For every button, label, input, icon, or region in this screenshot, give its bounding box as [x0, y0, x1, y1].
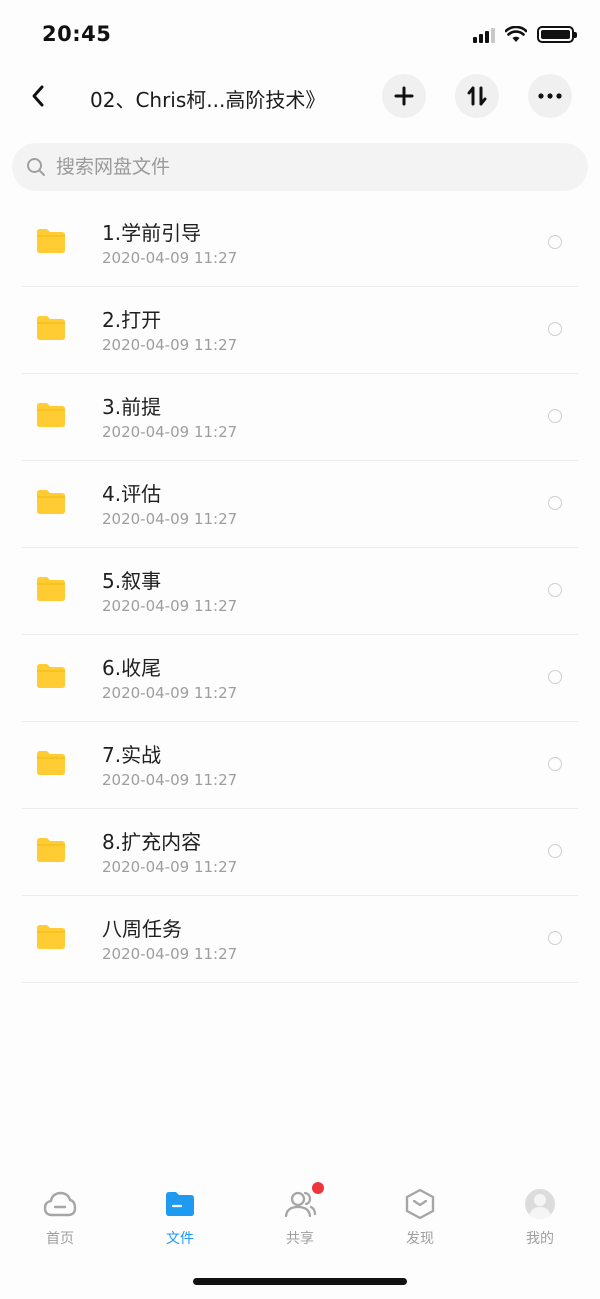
file-name: 5.叙事	[102, 569, 162, 593]
file-name: 八周任务	[102, 917, 182, 941]
list-item[interactable]: 2.打开 2020-04-09 11:27	[22, 287, 578, 374]
tab-files[interactable]: 文件	[120, 1180, 240, 1260]
list-item[interactable]: 6.收尾 2020-04-09 11:27	[22, 635, 578, 722]
list-item[interactable]: 5.叙事 2020-04-09 11:27	[22, 548, 578, 635]
tab-label: 我的	[526, 1231, 554, 1247]
back-button[interactable]	[22, 78, 54, 114]
select-checkbox[interactable]	[548, 322, 562, 336]
select-checkbox[interactable]	[548, 931, 562, 945]
tab-bar: 首页 文件 共享 发现 我的	[0, 1180, 600, 1260]
file-date: 2020-04-09 11:27	[102, 684, 238, 702]
avatar-icon	[522, 1186, 558, 1222]
tab-label: 文件	[166, 1231, 194, 1247]
file-name: 7.实战	[102, 743, 162, 767]
status-bar: 20:45	[0, 0, 600, 70]
status-icons	[473, 26, 577, 43]
battery-icon	[537, 26, 577, 43]
tab-me[interactable]: 我的	[480, 1180, 600, 1260]
file-date: 2020-04-09 11:27	[102, 423, 238, 441]
folder-icon	[37, 751, 65, 775]
file-name: 4.评估	[102, 482, 162, 506]
home-indicator[interactable]	[193, 1278, 407, 1285]
file-date: 2020-04-09 11:27	[102, 336, 238, 354]
sort-icon	[467, 86, 487, 106]
file-date: 2020-04-09 11:27	[102, 858, 238, 876]
more-button[interactable]	[528, 74, 572, 118]
select-checkbox[interactable]	[548, 235, 562, 249]
select-checkbox[interactable]	[548, 409, 562, 423]
select-checkbox[interactable]	[548, 844, 562, 858]
select-checkbox[interactable]	[548, 496, 562, 510]
file-name: 2.打开	[102, 308, 162, 332]
list-item[interactable]: 1.学前引导 2020-04-09 11:27	[22, 200, 578, 287]
list-item[interactable]: 3.前提 2020-04-09 11:27	[22, 374, 578, 461]
tab-label: 发现	[406, 1231, 434, 1247]
sort-button[interactable]	[455, 74, 499, 118]
tab-share[interactable]: 共享	[240, 1180, 360, 1260]
search-bar[interactable]	[12, 143, 588, 191]
more-icon	[538, 93, 562, 99]
file-name: 6.收尾	[102, 656, 162, 680]
cloud-icon	[42, 1186, 78, 1222]
status-time: 20:45	[42, 22, 112, 46]
people-icon	[282, 1182, 324, 1222]
file-name: 1.学前引导	[102, 221, 202, 245]
search-input[interactable]	[56, 156, 536, 178]
tab-home[interactable]: 首页	[0, 1180, 120, 1260]
list-item[interactable]: 8.扩充内容 2020-04-09 11:27	[22, 809, 578, 896]
select-checkbox[interactable]	[548, 583, 562, 597]
notification-badge	[312, 1182, 324, 1194]
file-name: 3.前提	[102, 395, 162, 419]
tab-label: 首页	[46, 1231, 74, 1247]
folder-icon	[37, 316, 65, 340]
file-date: 2020-04-09 11:27	[102, 249, 238, 267]
file-date: 2020-04-09 11:27	[102, 597, 238, 615]
plus-icon	[394, 86, 414, 106]
header: 02、Chris柯...高阶技术》	[0, 72, 600, 120]
list-item[interactable]: 4.评估 2020-04-09 11:27	[22, 461, 578, 548]
select-checkbox[interactable]	[548, 670, 562, 684]
file-date: 2020-04-09 11:27	[102, 510, 238, 528]
tab-label: 共享	[286, 1231, 314, 1247]
select-checkbox[interactable]	[548, 757, 562, 771]
folder-icon	[37, 577, 65, 601]
tab-discover[interactable]: 发现	[360, 1180, 480, 1260]
folder-icon	[162, 1186, 198, 1222]
list-item[interactable]: 八周任务 2020-04-09 11:27	[22, 896, 578, 983]
file-name: 8.扩充内容	[102, 830, 202, 854]
add-button[interactable]	[382, 74, 426, 118]
wifi-icon	[505, 26, 527, 42]
folder-icon	[37, 664, 65, 688]
folder-icon	[37, 925, 65, 949]
chevron-left-icon	[32, 85, 44, 107]
file-date: 2020-04-09 11:27	[102, 771, 238, 789]
discover-icon	[402, 1186, 438, 1222]
file-list: 1.学前引导 2020-04-09 11:27 2.打开 2020-04-09 …	[0, 200, 600, 983]
search-icon	[27, 158, 45, 176]
folder-icon	[37, 229, 65, 253]
folder-icon	[37, 403, 65, 427]
signal-icon	[473, 27, 495, 43]
list-item[interactable]: 7.实战 2020-04-09 11:27	[22, 722, 578, 809]
folder-icon	[37, 490, 65, 514]
file-date: 2020-04-09 11:27	[102, 945, 238, 963]
page-title: 02、Chris柯...高阶技术》	[90, 88, 326, 112]
folder-icon	[37, 838, 65, 862]
